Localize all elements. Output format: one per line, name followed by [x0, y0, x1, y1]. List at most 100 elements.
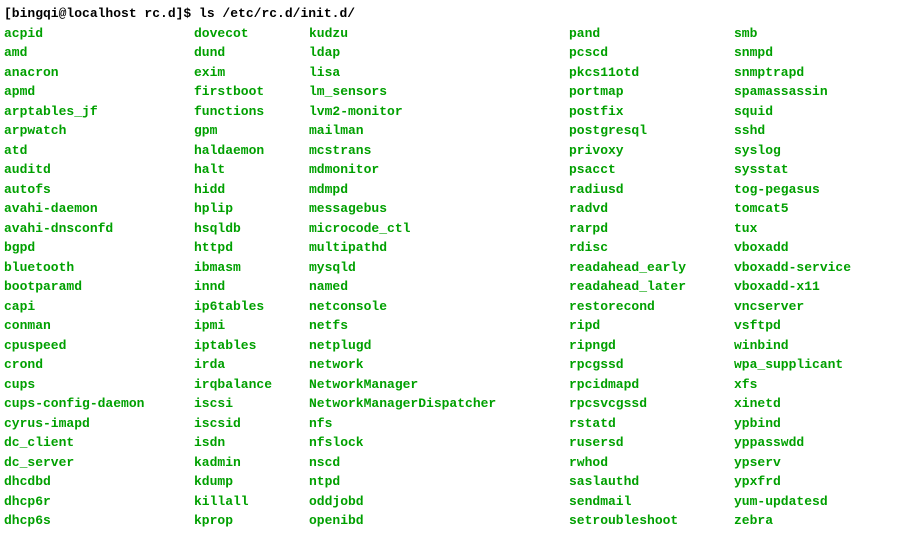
- file-entry: hplip: [194, 199, 309, 219]
- file-entry: smb: [734, 24, 851, 44]
- file-entry: dhcp6s: [4, 511, 194, 531]
- file-entry: rwhod: [569, 453, 734, 473]
- file-entry: bootparamd: [4, 277, 194, 297]
- file-entry: arpwatch: [4, 121, 194, 141]
- listing-column-4: pandpcscdpkcs11otdportmappostfixpostgres…: [569, 24, 734, 531]
- file-entry: lm_sensors: [309, 82, 569, 102]
- file-entry: rpcsvcgssd: [569, 394, 734, 414]
- file-entry: tux: [734, 219, 851, 239]
- file-entry: postfix: [569, 102, 734, 122]
- file-entry: pkcs11otd: [569, 63, 734, 83]
- file-entry: httpd: [194, 238, 309, 258]
- file-entry: irda: [194, 355, 309, 375]
- file-entry: functions: [194, 102, 309, 122]
- file-entry: ypxfrd: [734, 472, 851, 492]
- file-entry: portmap: [569, 82, 734, 102]
- file-entry: oddjobd: [309, 492, 569, 512]
- file-entry: ipmi: [194, 316, 309, 336]
- file-entry: openibd: [309, 511, 569, 531]
- file-entry: mysqld: [309, 258, 569, 278]
- file-entry: mdmpd: [309, 180, 569, 200]
- file-entry: rarpd: [569, 219, 734, 239]
- file-entry: mailman: [309, 121, 569, 141]
- file-entry: anacron: [4, 63, 194, 83]
- file-entry: avahi-dnsconfd: [4, 219, 194, 239]
- file-entry: dund: [194, 43, 309, 63]
- file-entry: kadmin: [194, 453, 309, 473]
- file-entry: conman: [4, 316, 194, 336]
- file-entry: bluetooth: [4, 258, 194, 278]
- file-entry: winbind: [734, 336, 851, 356]
- file-entry: arptables_jf: [4, 102, 194, 122]
- file-entry: xfs: [734, 375, 851, 395]
- file-entry: killall: [194, 492, 309, 512]
- file-entry: readahead_early: [569, 258, 734, 278]
- file-entry: nfs: [309, 414, 569, 434]
- file-entry: syslog: [734, 141, 851, 161]
- file-entry: capi: [4, 297, 194, 317]
- file-entry: pcscd: [569, 43, 734, 63]
- file-entry: vboxadd-service: [734, 258, 851, 278]
- file-entry: multipathd: [309, 238, 569, 258]
- file-entry: vboxadd-x11: [734, 277, 851, 297]
- file-entry: ypbind: [734, 414, 851, 434]
- file-entry: psacct: [569, 160, 734, 180]
- file-entry: cpuspeed: [4, 336, 194, 356]
- file-entry: dhcdbd: [4, 472, 194, 492]
- file-entry: nscd: [309, 453, 569, 473]
- file-entry: readahead_later: [569, 277, 734, 297]
- file-entry: setroubleshoot: [569, 511, 734, 531]
- file-entry: rdisc: [569, 238, 734, 258]
- file-entry: crond: [4, 355, 194, 375]
- file-entry: mdmonitor: [309, 160, 569, 180]
- file-entry: wpa_supplicant: [734, 355, 851, 375]
- file-entry: kdump: [194, 472, 309, 492]
- file-entry: dhcp6r: [4, 492, 194, 512]
- file-entry: netconsole: [309, 297, 569, 317]
- file-entry: NetworkManagerDispatcher: [309, 394, 569, 414]
- directory-listing: acpidamdanacronapmdarptables_jfarpwatcha…: [4, 24, 910, 531]
- file-entry: vncserver: [734, 297, 851, 317]
- file-entry: cyrus-imapd: [4, 414, 194, 434]
- file-entry: microcode_ctl: [309, 219, 569, 239]
- file-entry: haldaemon: [194, 141, 309, 161]
- file-entry: ldap: [309, 43, 569, 63]
- file-entry: bgpd: [4, 238, 194, 258]
- file-entry: apmd: [4, 82, 194, 102]
- listing-column-5: smbsnmpdsnmptrapdspamassassinsquidsshdsy…: [734, 24, 851, 531]
- file-entry: sysstat: [734, 160, 851, 180]
- file-entry: squid: [734, 102, 851, 122]
- file-entry: yum-updatesd: [734, 492, 851, 512]
- file-entry: named: [309, 277, 569, 297]
- file-entry: lvm2-monitor: [309, 102, 569, 122]
- file-entry: hidd: [194, 180, 309, 200]
- file-entry: iscsid: [194, 414, 309, 434]
- file-entry: iscsi: [194, 394, 309, 414]
- file-entry: netfs: [309, 316, 569, 336]
- file-entry: acpid: [4, 24, 194, 44]
- file-entry: avahi-daemon: [4, 199, 194, 219]
- file-entry: yppasswdd: [734, 433, 851, 453]
- file-entry: dovecot: [194, 24, 309, 44]
- file-entry: pand: [569, 24, 734, 44]
- file-entry: ripngd: [569, 336, 734, 356]
- file-entry: ntpd: [309, 472, 569, 492]
- file-entry: gpm: [194, 121, 309, 141]
- file-entry: postgresql: [569, 121, 734, 141]
- file-entry: cups-config-daemon: [4, 394, 194, 414]
- file-entry: sshd: [734, 121, 851, 141]
- file-entry: rstatd: [569, 414, 734, 434]
- file-entry: atd: [4, 141, 194, 161]
- file-entry: rpcgssd: [569, 355, 734, 375]
- file-entry: snmpd: [734, 43, 851, 63]
- file-entry: network: [309, 355, 569, 375]
- file-entry: kudzu: [309, 24, 569, 44]
- file-entry: auditd: [4, 160, 194, 180]
- file-entry: snmptrapd: [734, 63, 851, 83]
- file-entry: xinetd: [734, 394, 851, 414]
- file-entry: vboxadd: [734, 238, 851, 258]
- file-entry: autofs: [4, 180, 194, 200]
- file-entry: kprop: [194, 511, 309, 531]
- file-entry: lisa: [309, 63, 569, 83]
- listing-column-3: kudzuldaplisalm_sensorslvm2-monitormailm…: [309, 24, 569, 531]
